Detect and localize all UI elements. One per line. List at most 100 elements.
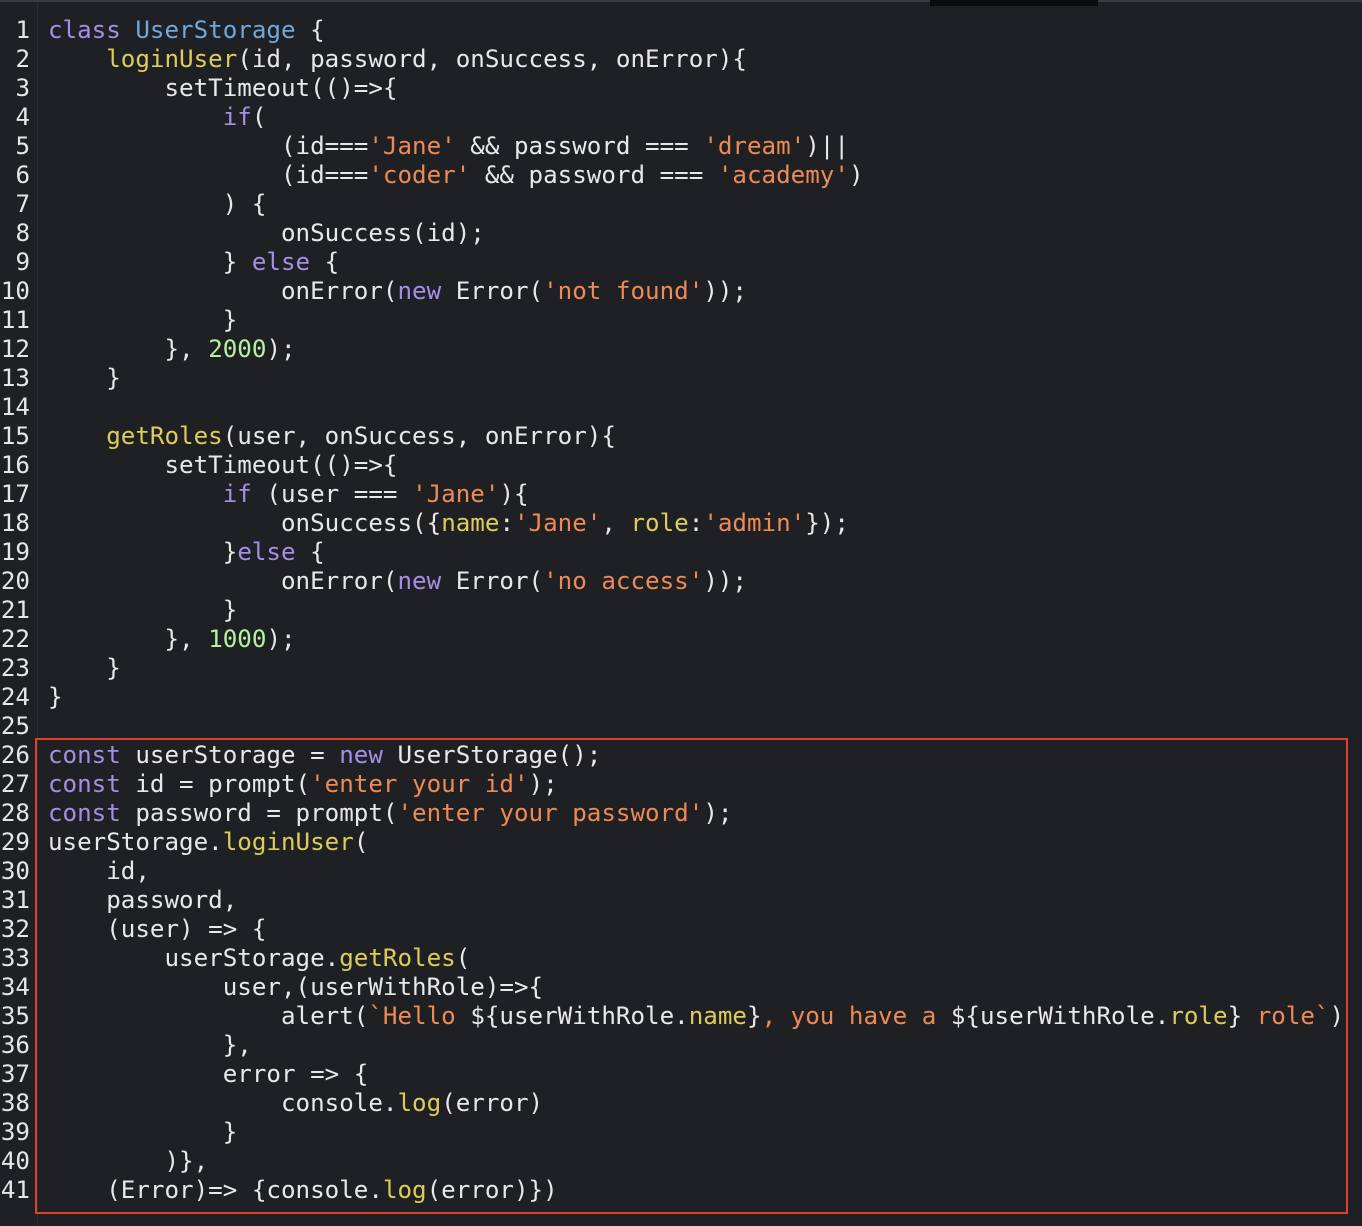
line-number: 14 [0, 393, 30, 421]
code-token: (id=== [48, 161, 369, 189]
line-number: 34 [0, 973, 30, 1001]
line-number: 32 [0, 915, 30, 943]
code-line[interactable]: 29 userStorage.loginUser( [0, 828, 1344, 857]
line-number: 36 [0, 1031, 30, 1059]
code-line[interactable]: 2 loginUser(id, password, onSuccess, onE… [0, 45, 1344, 74]
code-token: getRoles [106, 422, 223, 450]
code-token: }, [48, 625, 209, 653]
code-token: loginUser [106, 45, 238, 73]
line-source: } [48, 364, 121, 393]
code-token: id = prompt( [120, 770, 311, 798]
line-number: 39 [0, 1118, 30, 1146]
code-line[interactable]: 41 (Error)=> {console.log(error)}) [0, 1176, 1344, 1205]
line-source: } [48, 683, 63, 712]
code-line[interactable]: 8 onSuccess(id); [0, 219, 1344, 248]
line-source: user,(userWithRole)=>{ [48, 973, 543, 1002]
code-line[interactable]: 26 const userStorage = new UserStorage(); [0, 741, 1344, 770]
code-line[interactable]: 36 }, [0, 1031, 1344, 1060]
code-line[interactable]: 10 onError(new Error('not found')); [0, 277, 1344, 306]
code-line[interactable]: 13 } [0, 364, 1344, 393]
code-token: setTimeout(()=>{ [48, 74, 398, 102]
code-line[interactable]: 14 [0, 393, 1344, 422]
line-number: 40 [0, 1147, 30, 1175]
code-line[interactable]: 30 id, [0, 857, 1344, 886]
line-source: }, 1000); [48, 625, 295, 654]
code-token: : [688, 509, 704, 537]
line-number: 27 [0, 770, 30, 798]
code-area[interactable]: 1 class UserStorage {2 loginUser(id, pass… [0, 16, 1344, 1205]
code-line[interactable]: 37 error => { [0, 1060, 1344, 1089]
code-token: (error)}) [426, 1176, 558, 1204]
code-editor[interactable]: 1 class UserStorage {2 loginUser(id, pass… [0, 0, 1362, 1226]
code-line[interactable]: 5 (id==='Jane' && password === 'dream')|… [0, 132, 1344, 161]
line-number: 3 [15, 74, 30, 102]
code-line[interactable]: 33 userStorage.getRoles( [0, 944, 1344, 973]
code-line[interactable]: 17 if (user === 'Jane'){ [0, 480, 1344, 509]
code-line[interactable]: 11 } [0, 306, 1344, 335]
code-token: ${userWithRole. [950, 1002, 1170, 1030]
code-token: loginUser [222, 828, 354, 856]
code-token: } [48, 1118, 238, 1146]
code-token: (id, password, onSuccess, onError){ [237, 45, 747, 73]
line-source: if( [48, 103, 267, 132]
code-line[interactable]: 7 ) { [0, 190, 1344, 219]
code-line[interactable]: 1 class UserStorage { [0, 16, 1344, 45]
code-token: onSuccess(id); [48, 219, 485, 247]
code-token: role [1169, 1002, 1228, 1030]
code-line[interactable]: 6 (id==='coder' && password === 'academy… [0, 161, 1344, 190]
code-token: && password === [470, 161, 718, 189]
code-line[interactable]: 31 password, [0, 886, 1344, 915]
code-token: : [499, 509, 514, 537]
line-source: userStorage.getRoles( [48, 944, 470, 973]
code-line[interactable]: 22 }, 1000); [0, 625, 1344, 654]
line-source: setTimeout(()=>{ [48, 74, 398, 103]
code-line[interactable]: 19 }else { [0, 538, 1344, 567]
code-line[interactable]: 24} [0, 683, 1344, 712]
line-source: if (user === 'Jane'){ [48, 480, 529, 509]
line-number: 23 [0, 654, 30, 682]
code-line[interactable]: 27 const id = prompt('enter your id'); [0, 770, 1344, 799]
code-line[interactable]: 23 } [0, 654, 1344, 683]
code-line[interactable]: 4 if( [0, 103, 1344, 132]
code-line[interactable]: 25 [0, 712, 1344, 741]
line-source: }else { [48, 538, 325, 567]
code-line[interactable]: 28 const password = prompt('enter your pa… [0, 799, 1344, 828]
line-source: class UserStorage { [48, 16, 325, 45]
code-token: userStorage = [120, 741, 340, 769]
code-line[interactable]: 39 } [0, 1118, 1344, 1147]
code-token: class [48, 16, 136, 44]
code-token: 'enter your password' [397, 799, 704, 827]
code-token: `Hello [368, 1002, 471, 1030]
code-token: ) { [48, 190, 267, 218]
code-line[interactable]: 32 (user) => { [0, 915, 1344, 944]
code-line[interactable]: 12 }, 2000); [0, 335, 1344, 364]
code-line[interactable]: 35 alert(`Hello ${userWithRole.name}, yo… [0, 1002, 1344, 1031]
code-token: password, [48, 886, 238, 914]
code-line[interactable]: 40 )}, [0, 1147, 1344, 1176]
code-token: UserStorage [135, 16, 296, 44]
line-number: 25 [0, 712, 30, 740]
code-token: onSuccess({ [48, 509, 442, 537]
code-token: } [48, 596, 238, 624]
code-line[interactable]: 9 } else { [0, 248, 1344, 277]
code-line[interactable]: 15 getRoles(user, onSuccess, onError){ [0, 422, 1344, 451]
code-token: name [688, 1002, 747, 1030]
code-line[interactable]: 20 onError(new Error('no access')); [0, 567, 1344, 596]
line-source: } [48, 596, 238, 625]
code-line[interactable]: 38 console.log(error) [0, 1089, 1344, 1118]
code-line[interactable]: 3 setTimeout(()=>{ [0, 74, 1344, 103]
code-token: ${userWithRole. [470, 1002, 689, 1030]
code-line[interactable]: 18 onSuccess({name:'Jane', role:'admin'}… [0, 509, 1344, 538]
code-line[interactable]: 16 setTimeout(()=>{ [0, 451, 1344, 480]
code-line[interactable]: 34 user,(userWithRole)=>{ [0, 973, 1344, 1002]
line-source: } [48, 306, 238, 335]
code-line[interactable]: 21 } [0, 596, 1344, 625]
code-token: onError( [48, 277, 398, 305]
line-number: 22 [0, 625, 30, 653]
code-token: } [48, 364, 121, 392]
code-token: ( [353, 828, 369, 856]
line-number: 35 [0, 1002, 30, 1030]
code-token: )}, [48, 1147, 209, 1175]
line-source: onError(new Error('not found')); [48, 277, 747, 306]
